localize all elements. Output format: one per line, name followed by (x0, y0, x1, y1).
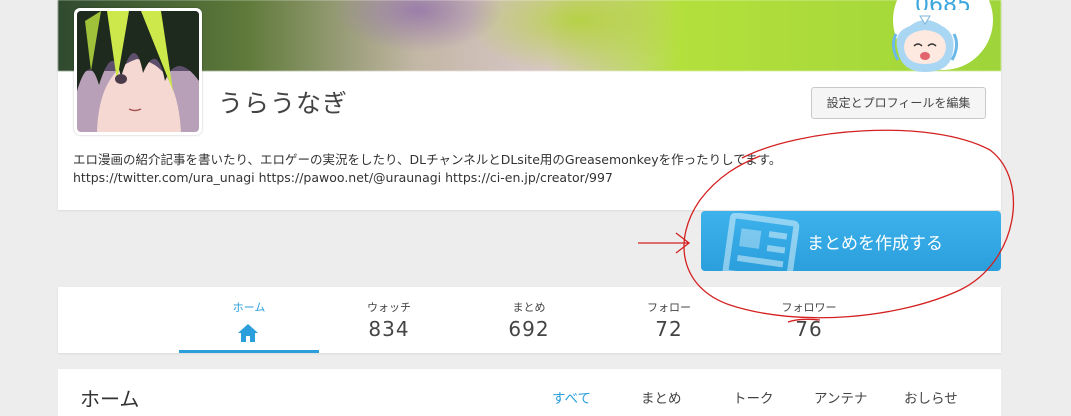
stat-label: フォロワー (781, 301, 837, 314)
stat-label: ホーム (232, 301, 266, 314)
mascot-image (891, 15, 959, 72)
filter-tab-matome[interactable]: まとめ (641, 387, 682, 407)
stat-value: 76 (795, 317, 823, 341)
filter-tab-talk[interactable]: トーク (733, 387, 774, 407)
home-icon (238, 324, 258, 342)
tab-home[interactable]: ホーム (179, 287, 319, 353)
home-section-title: ホーム (80, 387, 140, 411)
stat-label: まとめ (512, 301, 546, 314)
newspaper-icon (722, 213, 800, 271)
bio-text: エロ漫画の紹介記事を書いたり、エロゲーの実況をしたり、DLチャンネルとDLsit… (73, 152, 782, 167)
profile-card: 0685 うらうなぎ 設定とプロフィールを編集 エロ漫画の紹介記事を書いたり、エ… (58, 0, 1001, 210)
annotation-arrow (638, 232, 691, 254)
stat-value: 834 (368, 317, 410, 341)
tab-follow[interactable]: フォロー 72 (599, 287, 739, 353)
profile-bio: エロ漫画の紹介記事を書いたり、エロゲーの実況をしたり、DLチャンネルとDLsit… (73, 151, 973, 187)
filter-tab-all[interactable]: すべて (552, 387, 591, 407)
tab-followers[interactable]: フォロワー 76 (739, 287, 879, 353)
create-matome-label: まとめを作成する (807, 234, 943, 254)
create-matome-button[interactable]: まとめを作成する (701, 211, 1001, 271)
profile-username: うらうなぎ (218, 89, 349, 118)
tab-matome[interactable]: まとめ 692 (459, 287, 599, 353)
stat-value: 72 (655, 317, 683, 341)
filter-tab-news[interactable]: おしらせ (904, 387, 958, 407)
stat-label: フォロー (647, 301, 691, 314)
tab-watch[interactable]: ウォッチ 834 (319, 287, 459, 353)
stat-value: 692 (508, 317, 550, 341)
filter-tab-antenna[interactable]: アンテナ (814, 387, 867, 407)
stat-label: ウォッチ (367, 301, 411, 314)
home-section: ホーム すべて まとめ トーク アンテナ おしらせ (58, 369, 1001, 416)
profile-stats-bar: ホーム ウォッチ 834 まとめ 692 フォロー 72 フォロワー 76 (58, 287, 1001, 353)
edit-profile-button[interactable]: 設定とプロフィールを編集 (811, 87, 986, 119)
avatar-image (77, 11, 199, 132)
bio-links[interactable]: https://twitter.com/ura_unagi https://pa… (73, 169, 973, 187)
cover-badge-count: 0685 (893, 0, 993, 10)
avatar[interactable] (74, 8, 202, 135)
